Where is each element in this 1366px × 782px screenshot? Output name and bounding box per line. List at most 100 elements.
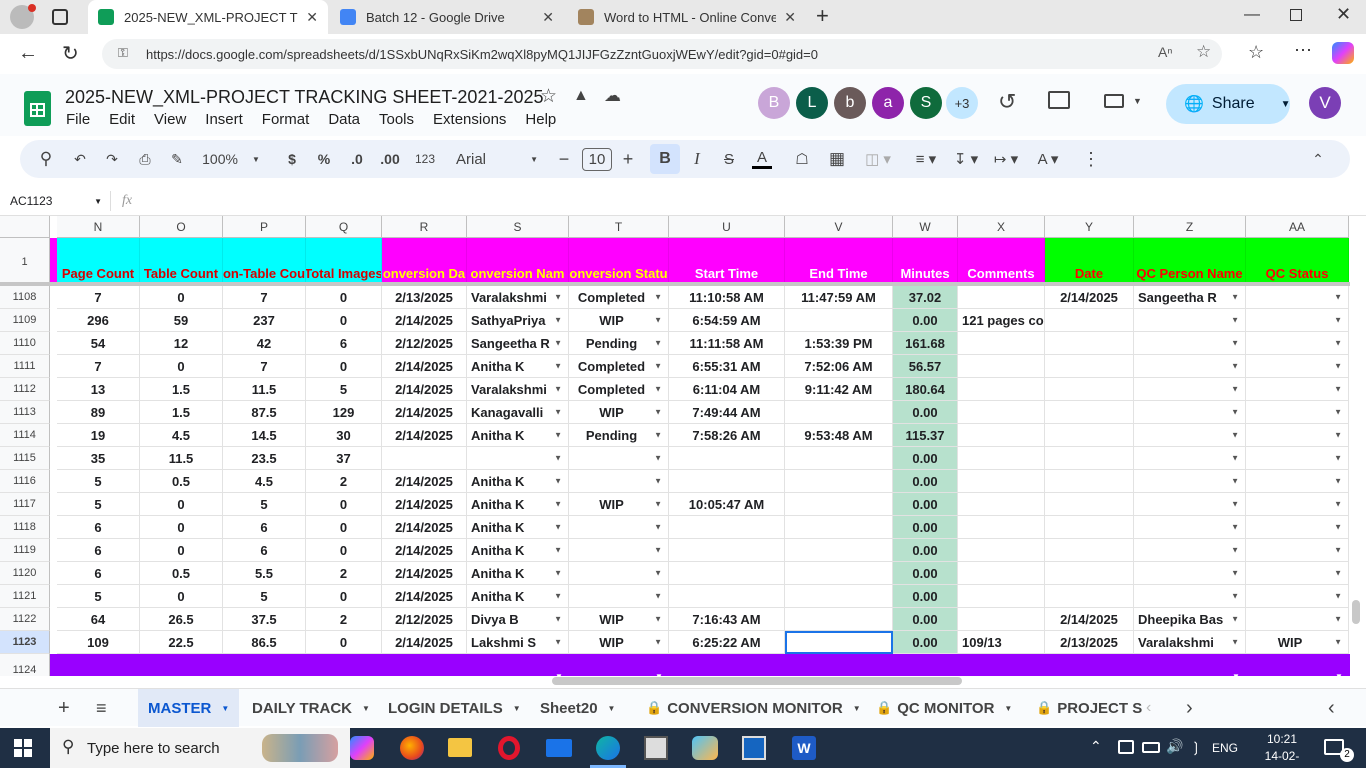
grid-cell[interactable]: 2/14/2025 [382,355,467,378]
sheet-tab-project-s[interactable]: 🔒 PROJECT S [1036,689,1142,727]
grid-cell[interactable]: 11.5 [223,378,306,401]
grid-cell[interactable]: 237 [223,309,306,332]
decrease-font-size-button[interactable]: − [554,140,574,178]
grid-cell[interactable]: 4.5 [223,470,306,493]
menu-insert[interactable]: Insert [205,111,243,128]
grid-cell[interactable] [958,516,1045,539]
grid-cell[interactable] [958,470,1045,493]
grid-cell[interactable]: Anitha K ▼ [467,470,569,493]
menu-extensions[interactable]: Extensions [433,111,506,128]
app-icon-3[interactable] [742,736,766,760]
share-button[interactable]: 🌐 Share ▼ [1166,84,1291,124]
grid-cell[interactable]: 2/14/2025 [382,585,467,608]
grid-cell[interactable]: Pending ▼ [569,424,669,447]
dropdown-arrow-icon[interactable]: ▼ [655,672,663,676]
grid-cell[interactable]: 2/13/2025 [382,286,467,309]
row-header[interactable]: 1 [0,238,50,286]
explore-toggle-icon[interactable]: ‹ [1328,689,1335,727]
dropdown-arrow-icon[interactable]: ▼ [554,385,562,394]
selected-cell-outline[interactable] [785,631,893,654]
grid-cell[interactable]: 2 [306,470,382,493]
grid-cell[interactable]: 23.5 [223,447,306,470]
grid-cell[interactable]: 12 [140,332,223,355]
grid-cell[interactable]: Divya B ▼ [467,608,569,631]
grid-cell[interactable]: ▼ [1134,309,1246,332]
grid-cell[interactable] [958,493,1045,516]
tray-chevron-icon[interactable]: ⌃ [1090,738,1102,755]
grid-cell[interactable]: ▼ [1246,447,1349,470]
dropdown-arrow-icon[interactable]: ▼ [554,523,562,532]
grid-cell[interactable] [785,516,893,539]
menu-format[interactable]: Format [262,111,310,128]
dropdown-arrow-icon[interactable]: ▼ [1334,638,1342,647]
grid-cell[interactable] [785,447,893,470]
grid-cell[interactable]: 6 [57,539,140,562]
comments-icon[interactable] [1048,91,1070,109]
reload-button[interactable]: ↻ [62,41,79,66]
grid-cell[interactable] [785,539,893,562]
header-cell[interactable]: onversion Da [382,238,467,286]
bold-button[interactable]: B [650,144,680,174]
dropdown-arrow-icon[interactable]: ▼ [554,546,562,555]
column-header-n[interactable]: N [57,216,140,238]
grid-cell[interactable]: 129 [306,401,382,424]
grid-cell[interactable]: 11:10:58 AM [669,286,785,309]
grid-cell[interactable]: 2/14/2025 [382,516,467,539]
dropdown-arrow-icon[interactable]: ▼ [1334,477,1342,486]
grid-cell[interactable]: 2/14/2025 [382,378,467,401]
chevron-down-icon[interactable]: ▼ [362,704,370,713]
currency-format-button[interactable]: $ [282,140,302,178]
dropdown-arrow-icon[interactable]: ▼ [1231,592,1239,601]
row-header[interactable]: 1111 [0,355,50,378]
grid-cell[interactable]: 109 [57,631,140,654]
grid-cell[interactable] [1045,539,1134,562]
dropdown-arrow-icon[interactable]: ▼ [1334,385,1342,394]
collapse-toolbar-icon[interactable]: ⌃ [1308,140,1328,178]
grid-cell[interactable]: 0 [140,286,223,309]
grid-cell[interactable] [1045,309,1134,332]
grid-cell[interactable]: Anitha K ▼ [467,516,569,539]
header-cell[interactable]: Date [1045,238,1134,286]
site-info-icon[interactable]: ⚿ [118,45,128,61]
grid-cell[interactable]: ▼ [1134,585,1246,608]
grid-cell[interactable]: 54 [57,332,140,355]
grid-cell[interactable]: WIP ▼ [569,608,669,631]
grid-cell[interactable]: 0 [306,355,382,378]
column-header-s[interactable]: S [467,216,569,238]
grid-cell[interactable] [1045,424,1134,447]
opera-icon[interactable] [498,736,520,760]
dropdown-arrow-icon[interactable]: ▼ [1231,316,1239,325]
grid-cell[interactable]: ▼ [1246,286,1349,309]
grid-cell[interactable]: 6 [223,539,306,562]
chevron-down-icon[interactable]: ▼ [1004,704,1012,713]
header-cell[interactable]: onversion Nam [467,238,569,286]
grid-cell[interactable]: 9:53:48 AM [785,424,893,447]
column-header-x[interactable]: X [958,216,1045,238]
grid-cell[interactable]: ▼ [1246,378,1349,401]
grid-cell[interactable] [1045,378,1134,401]
grid-cell[interactable] [1045,332,1134,355]
dropdown-arrow-icon[interactable]: ▼ [555,672,563,676]
menu-data[interactable]: Data [328,111,360,128]
grid-cell[interactable]: ▼ [1246,470,1349,493]
grid-cell[interactable]: 5.5 [223,562,306,585]
grid-cell[interactable] [958,539,1045,562]
header-cell[interactable]: Comments [958,238,1045,286]
grid-cell[interactable]: ▼ [467,447,569,470]
grid-cell[interactable]: 35 [57,447,140,470]
dropdown-arrow-icon[interactable]: ▼ [554,431,562,440]
grid-cell[interactable] [958,608,1045,631]
grid-cell[interactable] [1045,470,1134,493]
header-cell[interactable]: Page Count [57,238,140,286]
dropdown-arrow-icon[interactable]: ▼ [654,362,662,371]
grid-cell[interactable] [785,493,893,516]
dropdown-arrow-icon[interactable]: ▼ [554,408,562,417]
grid-cell[interactable] [785,562,893,585]
grid-cell[interactable]: 59 [140,309,223,332]
taskbar-search[interactable]: ⚲ Type here to search [50,728,350,768]
new-tab-button[interactable]: + [816,3,829,29]
grid-cell[interactable] [1045,562,1134,585]
dropdown-arrow-icon[interactable]: ▼ [654,408,662,417]
dropdown-arrow-icon[interactable]: ▼ [1232,672,1240,676]
grid-cell[interactable]: 6 [306,332,382,355]
